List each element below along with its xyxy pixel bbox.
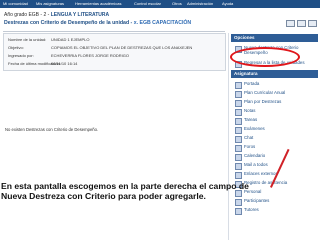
menu-administracion[interactable]: Administración (187, 0, 213, 8)
detail-label: Nombre de la unidad: (8, 37, 47, 42)
sidebar-item-plan-curricular[interactable]: Plan Curricular Anual (235, 90, 315, 98)
sidebar-item-examenes[interactable]: Exámenes (235, 126, 315, 134)
sidebar-item-label[interactable]: Exámenes (244, 126, 265, 131)
sidebar-item-foros[interactable]: Foros (235, 144, 315, 152)
portada-icon (235, 82, 242, 89)
sidebar-item-calendario[interactable]: Calendario (235, 153, 315, 161)
breadcrumb-path[interactable]: Año grado EGB - 2 - (4, 12, 51, 18)
sidebar-item-label[interactable]: Mail a todos (244, 162, 268, 167)
sidebar-item-label[interactable]: Tutores (244, 207, 259, 212)
tutors-icon (235, 208, 242, 215)
top-menu-bar: Mi comunidad Mis asignaturas Herramienta… (0, 0, 320, 8)
sidebar-item-tareas[interactable]: Tareas (235, 117, 315, 125)
detail-value: UNIDAD 1 EJEMPLO (51, 37, 90, 42)
sidebar-item-label[interactable]: Enlaces externos (244, 171, 278, 176)
chat-icon (235, 136, 242, 143)
sidebar-item-label[interactable]: Plan Curricular Anual (244, 90, 285, 95)
detail-value: 06/11/10 16:14 (51, 61, 78, 66)
main-content: Nombre de la unidad: UNIDAD 1 EJEMPLO Ob… (3, 33, 226, 244)
page-title-text: Destrezas con Criterio de Desempeño de l… (4, 20, 134, 26)
sidebar-section-opciones: Opciones (231, 34, 318, 42)
close-icon[interactable] (308, 20, 317, 27)
sidebar-item-tutores[interactable]: Tutores (235, 207, 315, 215)
sidebar-item-label[interactable]: Plan por Destrezas (244, 99, 281, 104)
sidebar-item-label[interactable]: Foros (244, 144, 255, 149)
tasks-icon (235, 118, 242, 125)
forum-icon (235, 145, 242, 152)
menu-ayuda[interactable]: Ayuda (222, 0, 233, 8)
menu-herramientas[interactable]: Herramientas académicas (75, 0, 121, 8)
print-icon[interactable] (297, 20, 306, 27)
mail-icon (235, 163, 242, 170)
plan-icon (235, 91, 242, 98)
menu-otros[interactable]: Otros (172, 0, 182, 8)
breadcrumb: Año grado EGB - 2 - LENGUA Y LITERATURA (4, 12, 109, 18)
divider (3, 31, 225, 32)
sidebar-item-label[interactable]: Tareas (244, 117, 257, 122)
empty-message: No existen Destrezas con Criterio de Des… (5, 127, 99, 132)
detail-value: COPIAMOS EL OBJETIVO DEL PLAN DE DESTREZ… (51, 45, 193, 50)
sidebar-item-label[interactable]: Calendario (244, 153, 265, 158)
page-title-link[interactable]: x. EGB CAPACITACIÓN (134, 20, 191, 26)
detail-value: ECHEVERRIA FLORES JORGE RODRIGO (51, 53, 130, 58)
detail-label: Objetivo: (8, 45, 24, 50)
sidebar-section-asignatura: Asignatura (231, 70, 318, 78)
unit-details: Nombre de la unidad: UNIDAD 1 EJEMPLO Ob… (3, 33, 226, 71)
plan-icon (235, 100, 242, 107)
sidebar-item-label[interactable]: Portada (244, 81, 259, 86)
detail-label: Ingresado por: (8, 53, 34, 58)
sidebar-item-chat[interactable]: Chat (235, 135, 315, 143)
link-icon (235, 172, 242, 179)
menu-mis-asignaturas[interactable]: Mis asignaturas (36, 0, 64, 8)
calendar-icon (235, 154, 242, 161)
menu-control-escolar[interactable]: Control escolar (134, 0, 161, 8)
sidebar-item-notas[interactable]: Notas (235, 108, 315, 116)
sidebar-item-mail[interactable]: Mail a todos (235, 162, 315, 170)
sidebar-item-plan-destrezas[interactable]: Plan por Destrezas (235, 99, 315, 107)
notes-icon (235, 109, 242, 116)
breadcrumb-subject[interactable]: LENGUA Y LITERATURA (51, 12, 109, 18)
instruction-caption: En esta pantalla escogemos en la parte d… (1, 181, 249, 201)
menu-mi-comunidad[interactable]: Mi comunidad (3, 0, 28, 8)
sidebar-item-label[interactable]: Notas (244, 108, 255, 113)
page-title: Destrezas con Criterio de Desempeño de l… (4, 20, 191, 26)
help-icon[interactable] (286, 20, 295, 27)
highlight-circle (230, 47, 300, 67)
exam-icon (235, 127, 242, 134)
sidebar-item-portada[interactable]: Portada (235, 81, 315, 89)
sidebar-item-label[interactable]: Chat (244, 135, 253, 140)
